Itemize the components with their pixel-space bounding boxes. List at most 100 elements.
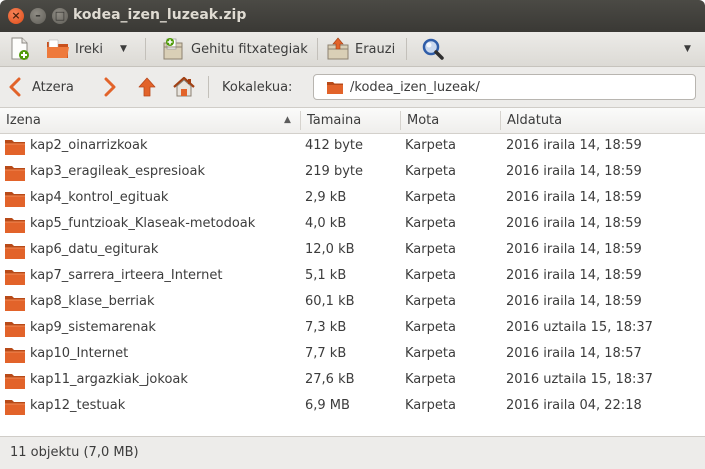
row-size: 7,7 kB — [305, 346, 347, 361]
path-text: /kodea_izen_luzeak/ — [350, 79, 480, 95]
folder-icon — [5, 166, 25, 181]
folder-icon — [5, 348, 25, 363]
location-separator — [208, 76, 209, 98]
window-title: kodea_izen_luzeak.zip — [73, 7, 247, 23]
toolbar-menu-button[interactable]: ▼ — [684, 36, 691, 62]
forward-button[interactable] — [103, 75, 117, 99]
extract-button[interactable]: Erauzi — [326, 36, 395, 62]
forward-arrow-icon — [104, 77, 116, 97]
open-folder-icon — [47, 39, 69, 58]
table-row[interactable]: kap2_oinarrizkoak 412 byte Karpeta 2016 ira… — [0, 134, 705, 160]
column-header-name[interactable]: Izena — [0, 108, 300, 133]
row-size: 7,3 kB — [305, 320, 347, 335]
add-files-label: Gehitu fitxategiak — [191, 41, 308, 57]
row-type: Karpeta — [405, 268, 456, 283]
path-field[interactable]: /kodea_izen_luzeak/ — [313, 74, 696, 100]
row-modified: 2016 iraila 04, 22:18 — [506, 398, 642, 413]
row-name: kap6_datu_egiturak — [30, 242, 159, 257]
row-type: Karpeta — [405, 190, 456, 205]
back-button[interactable]: Atzera — [8, 75, 74, 99]
add-files-button[interactable]: Gehitu fitxategiak — [162, 36, 308, 62]
open-dropdown-button[interactable]: ▼ — [120, 36, 127, 62]
title-bar: × – □ kodea_izen_luzeak.zip — [0, 0, 705, 32]
search-icon — [422, 38, 444, 60]
row-type: Karpeta — [405, 398, 456, 413]
folder-icon — [5, 244, 25, 259]
folder-icon — [5, 270, 25, 285]
row-size: 219 byte — [305, 164, 363, 179]
row-modified: 2016 iraila 14, 18:59 — [506, 294, 642, 309]
maximize-window-button[interactable]: □ — [52, 8, 68, 24]
new-archive-button[interactable] — [9, 36, 31, 62]
close-icon: × — [11, 9, 21, 22]
row-size: 6,9 MB — [305, 398, 350, 413]
toolbar-separator — [406, 38, 407, 60]
row-modified: 2016 iraila 14, 18:59 — [506, 268, 642, 283]
row-type: Karpeta — [405, 346, 456, 361]
folder-icon — [327, 81, 343, 94]
row-modified: 2016 iraila 14, 18:59 — [506, 164, 642, 179]
up-arrow-icon — [138, 77, 156, 97]
row-name: kap2_oinarrizkoak — [30, 138, 148, 153]
folder-icon — [5, 140, 25, 155]
maximize-icon: □ — [54, 9, 66, 22]
row-size: 27,6 kB — [305, 372, 355, 387]
row-type: Karpeta — [405, 242, 456, 257]
row-name: kap9_sistemarenak — [30, 320, 156, 335]
row-type: Karpeta — [405, 294, 456, 309]
folder-icon — [5, 400, 25, 415]
up-button[interactable] — [137, 75, 157, 99]
table-row[interactable]: kap8_klase_berriak 60,1 kB Karpeta 2016 ira… — [0, 290, 705, 316]
column-header-modified[interactable]: Aldatuta — [501, 108, 705, 133]
file-list: kap2_oinarrizkoak 412 byte Karpeta 2016 ira… — [0, 134, 705, 420]
row-type: Karpeta — [405, 372, 456, 387]
table-row[interactable]: kap6_datu_egiturak 12,0 kB Karpeta 2016 ira… — [0, 238, 705, 264]
search-button[interactable] — [421, 36, 445, 62]
folder-icon — [5, 322, 25, 337]
row-type: Karpeta — [405, 320, 456, 335]
chevron-down-icon: ▼ — [684, 44, 691, 54]
column-header-size[interactable]: Tamaina — [301, 108, 401, 133]
sort-ascending-icon: ▲ — [284, 115, 291, 125]
row-size: 12,0 kB — [305, 242, 355, 257]
row-modified: 2016 uztaila 15, 18:37 — [506, 372, 653, 387]
table-row[interactable]: kap4_kontrol_egituak 2,9 kB Karpeta 2016 ir… — [0, 186, 705, 212]
toolbar-separator — [145, 38, 146, 60]
open-button[interactable]: Ireki — [46, 36, 103, 62]
home-button[interactable] — [172, 75, 196, 99]
row-size: 2,9 kB — [305, 190, 347, 205]
back-label: Atzera — [32, 79, 74, 95]
column-header-type[interactable]: Mota — [401, 108, 501, 133]
minimize-icon: – — [35, 9, 41, 22]
row-modified: 2016 iraila 14, 18:57 — [506, 346, 642, 361]
row-type: Karpeta — [405, 216, 456, 231]
toolbar: Ireki ▼ Gehitu fitxategiak Erauzi ▼ — [0, 32, 705, 67]
table-row[interactable]: kap12_testuak 6,9 MB Karpeta 2016 iraila 04… — [0, 394, 705, 420]
folder-icon — [5, 296, 25, 311]
row-name: kap8_klase_berriak — [30, 294, 155, 309]
row-modified: 2016 uztaila 15, 18:37 — [506, 320, 653, 335]
extract-label: Erauzi — [355, 41, 396, 57]
table-row[interactable]: kap9_sistemarenak 7,3 kB Karpeta 2016 uztai… — [0, 316, 705, 342]
table-row[interactable]: kap11_argazkiak_jokoak 27,6 kB Karpeta 2016… — [0, 368, 705, 394]
table-row[interactable]: kap3_eragileak_espresioak 219 byte Karpeta… — [0, 160, 705, 186]
row-type: Karpeta — [405, 138, 456, 153]
new-archive-icon — [11, 37, 29, 60]
chevron-down-icon: ▼ — [120, 44, 127, 54]
home-icon — [173, 76, 195, 97]
row-modified: 2016 iraila 14, 18:59 — [506, 242, 642, 257]
row-name: kap7_sarrera_irteera_Internet — [30, 268, 223, 283]
table-row[interactable]: kap7_sarrera_irteera_Internet 5,1 kB Karpe… — [0, 264, 705, 290]
row-name: kap11_argazkiak_jokoak — [30, 372, 188, 387]
status-bar: 11 objektu (7,0 MB) — [0, 436, 705, 469]
status-text: 11 objektu (7,0 MB) — [10, 445, 139, 460]
minimize-window-button[interactable]: – — [30, 8, 46, 24]
toolbar-separator — [317, 38, 318, 60]
table-row[interactable]: kap5_funtzioak_Klaseak-metodoak 4,0 kB Kar… — [0, 212, 705, 238]
row-modified: 2016 iraila 14, 18:59 — [506, 138, 642, 153]
row-modified: 2016 iraila 14, 18:59 — [506, 216, 642, 231]
location-bar: Atzera Kokalekua: /kodea_izen_luzeak/ — [0, 67, 705, 108]
close-window-button[interactable]: × — [8, 8, 24, 24]
table-row[interactable]: kap10_Internet 7,7 kB Karpeta 2016 iraila 1… — [0, 342, 705, 368]
row-name: kap12_testuak — [30, 398, 126, 413]
